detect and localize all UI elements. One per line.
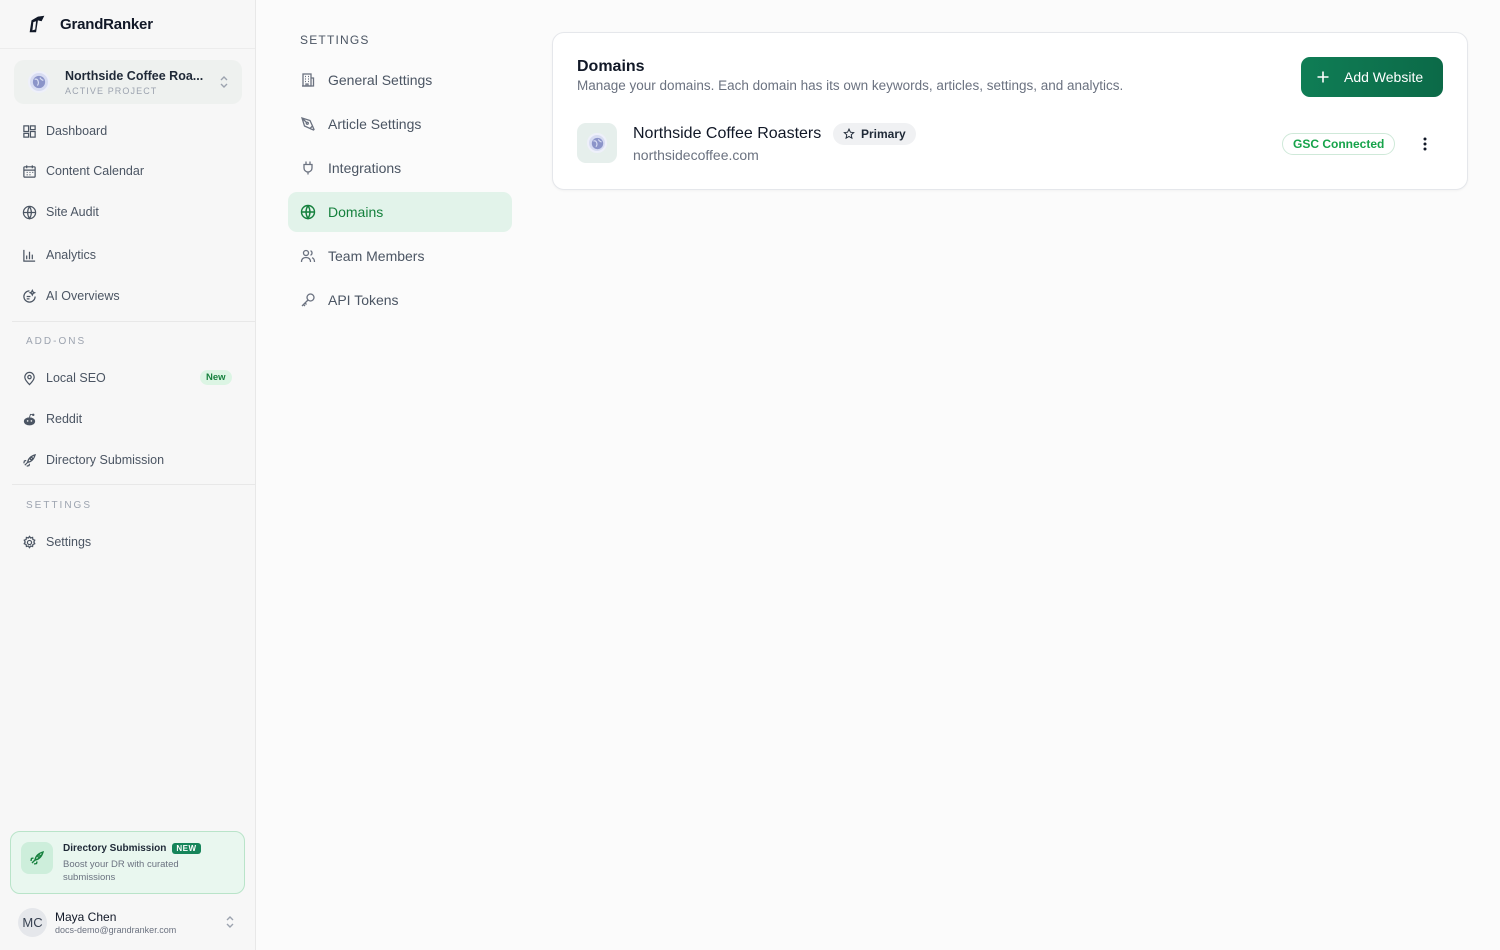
page-title: Domains: [577, 58, 645, 75]
sidebar-item-site-audit[interactable]: Site Audit: [22, 202, 99, 222]
sidebar-item-content-calendar[interactable]: Content Calendar: [22, 161, 144, 181]
settings-item-label: Integrations: [328, 160, 402, 176]
plus-icon: [1317, 71, 1329, 83]
app-name: GrandRanker: [60, 15, 153, 33]
sidebar-item-label: Dashboard: [46, 124, 108, 138]
sidebar-item-dashboard[interactable]: Dashboard: [22, 121, 107, 141]
new-badge: New: [200, 370, 232, 385]
rocket-icon: [21, 842, 53, 874]
addons-section-label: ADD-ONS: [26, 336, 87, 347]
star-icon: [843, 128, 855, 140]
directory-submission-promo[interactable]: Directory Submission NEW Boost your DR w…: [10, 831, 245, 894]
sidebar-item-label: Directory Submission: [46, 453, 165, 467]
promo-new-badge: NEW: [172, 843, 201, 854]
sidebar-item-label: Content Calendar: [46, 164, 144, 178]
project-subtitle: ACTIVE PROJECT: [65, 85, 158, 96]
settings-item-article[interactable]: Article Settings: [288, 104, 512, 144]
settings-item-integrations[interactable]: Integrations: [288, 148, 512, 188]
settings-item-label: Team Members: [328, 248, 425, 264]
add-website-button[interactable]: Add Website: [1301, 57, 1443, 97]
ai-overviews-icon: [23, 288, 37, 303]
grandranker-logo-icon: [29, 15, 45, 33]
sidebar-item-ai-overviews[interactable]: AI Overviews: [22, 286, 120, 306]
avatar: MC: [18, 907, 47, 937]
settings-section-label: SETTINGS: [26, 500, 93, 511]
sidebar-item-local-seo[interactable]: Local SEO: [22, 368, 106, 388]
rocket-icon: [23, 453, 37, 467]
sidebar-item-analytics[interactable]: Analytics: [22, 245, 96, 265]
domain-url: northsidecoffee.com: [633, 147, 759, 163]
primary-badge: Primary: [833, 123, 916, 145]
brand[interactable]: GrandRanker: [26, 13, 153, 35]
settings-item-label: Article Settings: [328, 116, 422, 132]
sidebar: GrandRanker Northside Coffee Roa... ACTI…: [0, 0, 256, 950]
add-website-label: Add Website: [1344, 69, 1424, 85]
settings-heading: SETTINGS: [300, 33, 370, 47]
key-icon: [301, 293, 315, 307]
sidebar-item-label: AI Overviews: [46, 289, 120, 303]
promo-title-row: Directory Submission NEW: [63, 843, 201, 854]
settings-item-general[interactable]: General Settings: [288, 60, 512, 100]
domains-card: Domains Manage your domains. Each domain…: [552, 32, 1468, 190]
chevron-up-down-icon: [220, 76, 228, 88]
bar-chart-icon: [23, 249, 36, 262]
user-menu[interactable]: MC Maya Chen docs-demo@grandranker.com: [18, 906, 246, 938]
sidebar-item-label: Local SEO: [46, 371, 106, 385]
page-description: Manage your domains. Each domain has its…: [577, 78, 1124, 93]
sidebar-item-label: Site Audit: [46, 205, 99, 219]
users-icon: [300, 249, 316, 263]
calendar-icon: [23, 164, 36, 178]
settings-item-label: General Settings: [328, 72, 433, 88]
promo-title: Directory Submission: [63, 843, 167, 854]
settings-nav: SETTINGS General Settings Article Settin…: [288, 0, 512, 950]
domain-name: Northside Coffee Roasters: [633, 125, 822, 142]
settings-item-api-tokens[interactable]: API Tokens: [288, 280, 512, 320]
domain-favicon-icon: [577, 123, 617, 163]
user-name: Maya Chen: [55, 909, 117, 924]
project-name: Northside Coffee Roa...: [65, 68, 204, 83]
more-options-button[interactable]: [1413, 131, 1437, 157]
plug-icon: [303, 161, 313, 175]
map-pin-icon: [24, 371, 35, 385]
promo-description: Boost your DR with curated submissions: [63, 859, 179, 883]
sidebar-item-reddit[interactable]: Reddit: [22, 409, 82, 429]
gear-icon: [23, 534, 36, 549]
sidebar-item-label: Reddit: [46, 412, 83, 426]
project-globe-icon: [28, 71, 50, 93]
pen-tool-icon: [301, 117, 315, 131]
globe-icon: [300, 204, 316, 220]
gsc-status-badge: GSC Connected: [1282, 133, 1396, 155]
project-switcher[interactable]: Northside Coffee Roa... ACTIVE PROJECT: [14, 60, 242, 104]
domain-row[interactable]: Northside Coffee Roasters Primary norths…: [577, 122, 1445, 166]
sidebar-item-directory-submission[interactable]: Directory Submission: [22, 450, 164, 470]
building-icon: [302, 73, 315, 87]
divider: [12, 484, 255, 485]
more-vertical-icon: [1423, 137, 1427, 151]
settings-item-label: Domains: [328, 204, 384, 220]
user-email: docs-demo@grandranker.com: [55, 924, 177, 935]
reddit-icon: [23, 413, 36, 425]
sidebar-item-label: Analytics: [46, 248, 97, 262]
divider: [12, 321, 255, 322]
settings-item-label: API Tokens: [328, 292, 399, 308]
globe-icon: [22, 205, 37, 220]
chevron-up-down-icon: [226, 916, 234, 928]
settings-item-team-members[interactable]: Team Members: [288, 236, 512, 276]
dashboard-grid-icon: [23, 124, 36, 138]
sidebar-item-label: Settings: [46, 535, 92, 549]
settings-item-domains[interactable]: Domains: [288, 192, 512, 232]
sidebar-item-settings[interactable]: Settings: [22, 532, 91, 552]
primary-label: Primary: [861, 127, 906, 141]
divider: [0, 48, 255, 49]
